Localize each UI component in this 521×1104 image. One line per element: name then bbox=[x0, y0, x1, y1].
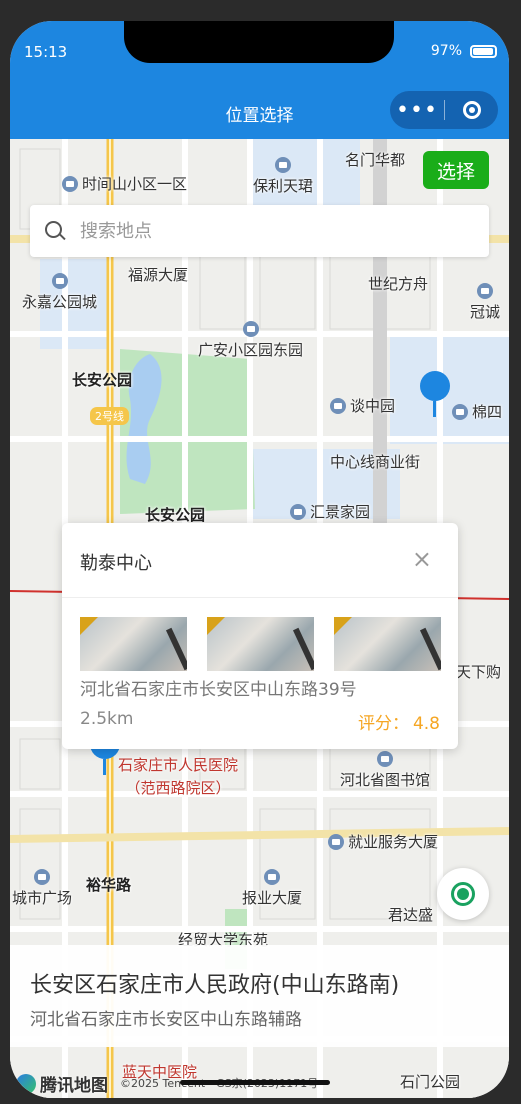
poi-photo[interactable] bbox=[207, 617, 314, 671]
poi-label[interactable]: 城市广场 bbox=[12, 869, 72, 908]
locate-me-button[interactable] bbox=[437, 868, 489, 920]
photo-strip bbox=[80, 617, 441, 671]
poi-label[interactable]: 就业服务大厦 bbox=[328, 831, 438, 852]
poi-label[interactable]: 汇景家园 bbox=[290, 501, 370, 522]
battery-icon bbox=[470, 44, 497, 58]
search-icon bbox=[44, 220, 66, 242]
building-icon bbox=[328, 833, 344, 850]
poi-label[interactable]: 永嘉公园城 bbox=[22, 273, 97, 312]
rating-value: 4.8 bbox=[412, 714, 440, 734]
building-icon bbox=[51, 273, 68, 289]
poi-info-popup: 勒泰中心 × 河北省石家庄市长安区中山东路39号 2.5km 评分： 4.8 bbox=[62, 523, 458, 749]
popup-divider bbox=[62, 597, 458, 598]
status-time: 15:13 bbox=[24, 43, 68, 61]
battery-indicator: 97% bbox=[431, 43, 497, 59]
popup-distance: 2.5km bbox=[80, 709, 134, 729]
selected-location-card[interactable]: 长安区石家庄市人民政府(中山东路南) 河北省石家庄市长安区中山东路辅路 bbox=[10, 945, 509, 1047]
poi-label[interactable]: 世纪方舟 bbox=[368, 273, 428, 294]
target-icon bbox=[462, 101, 481, 119]
poi-label[interactable]: 河北省图书馆 bbox=[340, 751, 430, 790]
popup-address: 河北省石家庄市长安区中山东路39号 bbox=[80, 680, 357, 700]
status-bar: 15:13 97% bbox=[10, 21, 509, 83]
search-bar[interactable] bbox=[30, 205, 489, 257]
building-icon bbox=[242, 321, 259, 337]
map-logo-icon bbox=[16, 1073, 36, 1094]
home-indicator[interactable] bbox=[180, 1080, 330, 1085]
nav-bar: 位置选择 ••• bbox=[10, 83, 509, 139]
select-button[interactable]: 选择 bbox=[423, 151, 489, 189]
poi-label[interactable]: 谈中园 bbox=[330, 395, 395, 416]
selected-location-address: 河北省石家庄市长安区中山东路辅路 bbox=[30, 1010, 302, 1030]
building-icon bbox=[330, 397, 346, 414]
poi-label[interactable]: 长安公园 bbox=[145, 504, 205, 525]
building-icon bbox=[264, 869, 280, 885]
search-input[interactable] bbox=[78, 219, 442, 243]
notch bbox=[124, 21, 394, 63]
tencent-map-logo: 腾讯地图 bbox=[16, 1071, 108, 1096]
metro-line-badge: 2号线 bbox=[90, 407, 129, 425]
building-icon bbox=[275, 157, 291, 173]
popup-rating: 评分： 4.8 bbox=[357, 714, 440, 734]
building-icon bbox=[290, 503, 306, 520]
location-marker[interactable] bbox=[420, 371, 450, 417]
locate-icon bbox=[451, 882, 475, 906]
poi-label[interactable]: 中心线商业街 bbox=[330, 451, 420, 472]
poi-label[interactable]: 福源大厦 bbox=[128, 264, 188, 285]
poi-photo[interactable] bbox=[334, 617, 441, 671]
building-icon bbox=[34, 869, 50, 885]
building-icon bbox=[62, 175, 78, 192]
map-view[interactable]: 时间山小区一区 保利天珺 名门华都 福源大厦 世纪方舟 永嘉公园城 冠诚 广安小… bbox=[10, 139, 509, 1098]
library-icon bbox=[377, 751, 393, 767]
miniprogram-capsule: ••• bbox=[390, 91, 498, 129]
poi-label[interactable]: 裕华路 bbox=[86, 874, 131, 895]
close-miniprogram-button[interactable] bbox=[445, 101, 498, 119]
battery-percent: 97% bbox=[430, 43, 462, 59]
poi-label[interactable]: 名门华都 bbox=[345, 149, 405, 170]
poi-label[interactable]: 长安公园 bbox=[72, 369, 132, 390]
building-icon bbox=[452, 403, 468, 420]
poi-label[interactable]: 冠诚 bbox=[470, 283, 500, 322]
poi-label[interactable]: 广安小区园东园 bbox=[198, 321, 303, 360]
popup-title: 勒泰中心 bbox=[80, 553, 152, 574]
poi-label[interactable]: 报业大厦 bbox=[242, 869, 302, 908]
poi-label[interactable]: 保利天珺 bbox=[253, 157, 313, 196]
poi-label[interactable]: 棉四 bbox=[452, 401, 502, 422]
more-icon[interactable]: ••• bbox=[390, 98, 444, 123]
building-icon bbox=[477, 283, 493, 299]
poi-label[interactable]: 君达盛 bbox=[388, 904, 433, 925]
close-icon[interactable]: × bbox=[412, 545, 432, 573]
poi-label[interactable]: 天下购 bbox=[456, 661, 501, 682]
poi-photo[interactable] bbox=[80, 617, 187, 671]
poi-label[interactable]: 时间山小区一区 bbox=[62, 173, 187, 194]
poi-label[interactable]: 石门公园 bbox=[400, 1071, 460, 1092]
poi-label[interactable]: 石家庄市人民医院 （范西路院区） bbox=[118, 754, 238, 798]
selected-location-name: 长安区石家庄市人民政府(中山东路南) bbox=[30, 973, 400, 998]
phone-screen: 15:13 97% 位置选择 ••• 时间山小区一区 保利天珺 名门华都 福源大… bbox=[10, 21, 509, 1098]
